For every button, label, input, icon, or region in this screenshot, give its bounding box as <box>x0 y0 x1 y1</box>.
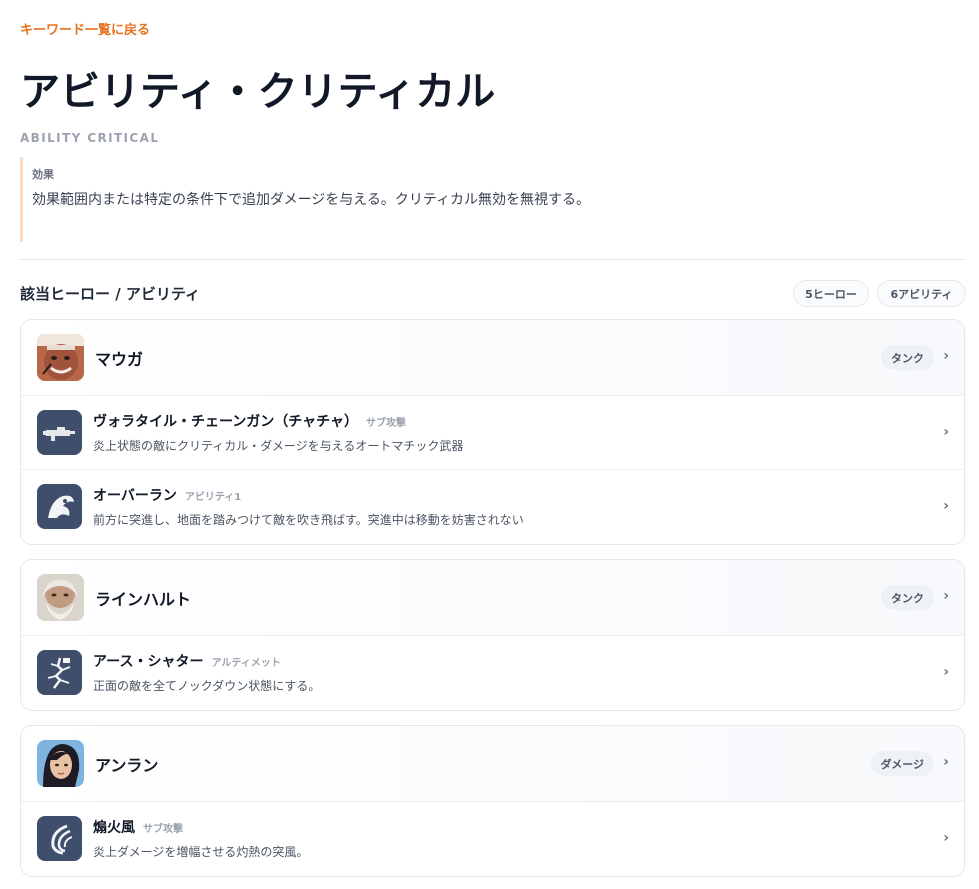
ability-description: 炎上状態の敵にクリティカル・ダメージを与えるオートマチック武器 <box>93 439 464 453</box>
ability-description: 正面の敵を全てノックダウン状態にする。 <box>93 679 321 693</box>
ability-type: サブ攻撃 <box>366 418 407 429</box>
hero-card-reinhardt: ラインハルト タンク › アース・シャター アルティメット 正面の敵を全てノックダ… <box>20 559 965 711</box>
anran-portrait-icon <box>37 740 84 787</box>
page-subtitle: ABILITY CRITICAL <box>20 131 160 145</box>
hero-card-mauga: マウガ タンク › ヴォラタイル・チェーンガン（チャチャ） サブ攻撃 炎上状態の敵… <box>20 319 965 545</box>
mauga-portrait-icon <box>37 334 84 381</box>
chevron-right-icon: › <box>943 588 949 604</box>
section-header: 該当ヒーロー / アビリティ 5ヒーロー 6アビリティ <box>20 280 966 308</box>
wind-icon <box>37 816 82 861</box>
ability-name: オーバーラン アビリティ1 <box>93 485 241 505</box>
chevron-right-icon: › <box>943 754 949 770</box>
chevron-right-icon: › <box>943 348 949 364</box>
ability-title: アース・シャター <box>93 654 204 670</box>
chevron-right-icon: › <box>943 498 949 514</box>
ability-type: サブ攻撃 <box>143 824 183 835</box>
hero-name: ラインハルト <box>95 590 192 609</box>
ability-row[interactable]: オーバーラン アビリティ1 前方に突進し、地面を踏みつけて敵を吹き飛ばす。突進中は… <box>21 470 964 544</box>
ability-description: 炎上ダメージを増幅させる灼熱の突風。 <box>93 845 309 859</box>
hero-count-badge: 5ヒーロー <box>793 280 869 307</box>
hero-name: アンラン <box>95 756 159 775</box>
effect-panel: 効果 効果範囲内または特定の条件下で追加ダメージを与える。クリティカル無効を無視… <box>20 157 600 242</box>
ability-name: 煽火風 サブ攻撃 <box>93 817 183 837</box>
chevron-right-icon: › <box>943 664 949 680</box>
earthshatter-icon <box>37 650 82 695</box>
divider <box>20 259 965 260</box>
effect-description: 効果範囲内または特定の条件下で追加ダメージを与える。クリティカル無効を無視する。 <box>32 192 591 208</box>
page-title: アビリティ・クリティカル <box>20 69 496 115</box>
reinhardt-portrait-icon <box>37 574 84 621</box>
ability-name: アース・シャター アルティメット <box>93 651 281 671</box>
ability-row[interactable]: ヴォラタイル・チェーンガン（チャチャ） サブ攻撃 炎上状態の敵にクリティカル・ダメ… <box>21 396 964 470</box>
chevron-right-icon: › <box>943 830 949 846</box>
ability-row[interactable]: 煽火風 サブ攻撃 炎上ダメージを増幅させる灼熱の突風。 › <box>21 802 964 876</box>
chaingun-icon <box>37 410 82 455</box>
ability-type: アビリティ1 <box>184 492 242 503</box>
keyword-detail-page: キーワード一覧に戻る アビリティ・クリティカル ABILITY CRITICAL… <box>0 0 979 889</box>
effect-label: 効果 <box>32 168 54 181</box>
ability-row[interactable]: アース・シャター アルティメット 正面の敵を全てノックダウン状態にする。 › <box>21 636 964 710</box>
hero-name: マウガ <box>95 350 144 369</box>
chevron-right-icon: › <box>943 424 949 440</box>
back-to-keywords-link[interactable]: キーワード一覧に戻る <box>20 19 150 38</box>
ability-title: 煽火風 <box>93 820 135 836</box>
hero-header[interactable]: アンラン ダメージ › <box>21 726 964 802</box>
ability-title: ヴォラタイル・チェーンガン（チャチャ） <box>93 414 359 430</box>
role-badge: タンク <box>881 585 934 610</box>
overrun-icon <box>37 484 82 529</box>
hero-header[interactable]: マウガ タンク › <box>21 320 964 396</box>
ability-description: 前方に突進し、地面を踏みつけて敵を吹き飛ばす。突進中は移動を妨害されない <box>93 513 524 527</box>
ability-title: オーバーラン <box>93 488 177 504</box>
ability-name: ヴォラタイル・チェーンガン（チャチャ） サブ攻撃 <box>93 411 406 431</box>
ability-type: アルティメット <box>211 658 281 669</box>
hero-card-anran: アンラン ダメージ › 煽火風 サブ攻撃 炎上ダメージを増幅させる灼熱の突風。 › <box>20 725 965 877</box>
section-title: 該当ヒーロー / アビリティ <box>20 285 201 303</box>
hero-header[interactable]: ラインハルト タンク › <box>21 560 964 636</box>
ability-count-badge: 6アビリティ <box>877 280 966 307</box>
role-badge: タンク <box>881 345 934 370</box>
role-badge: ダメージ <box>870 751 934 776</box>
